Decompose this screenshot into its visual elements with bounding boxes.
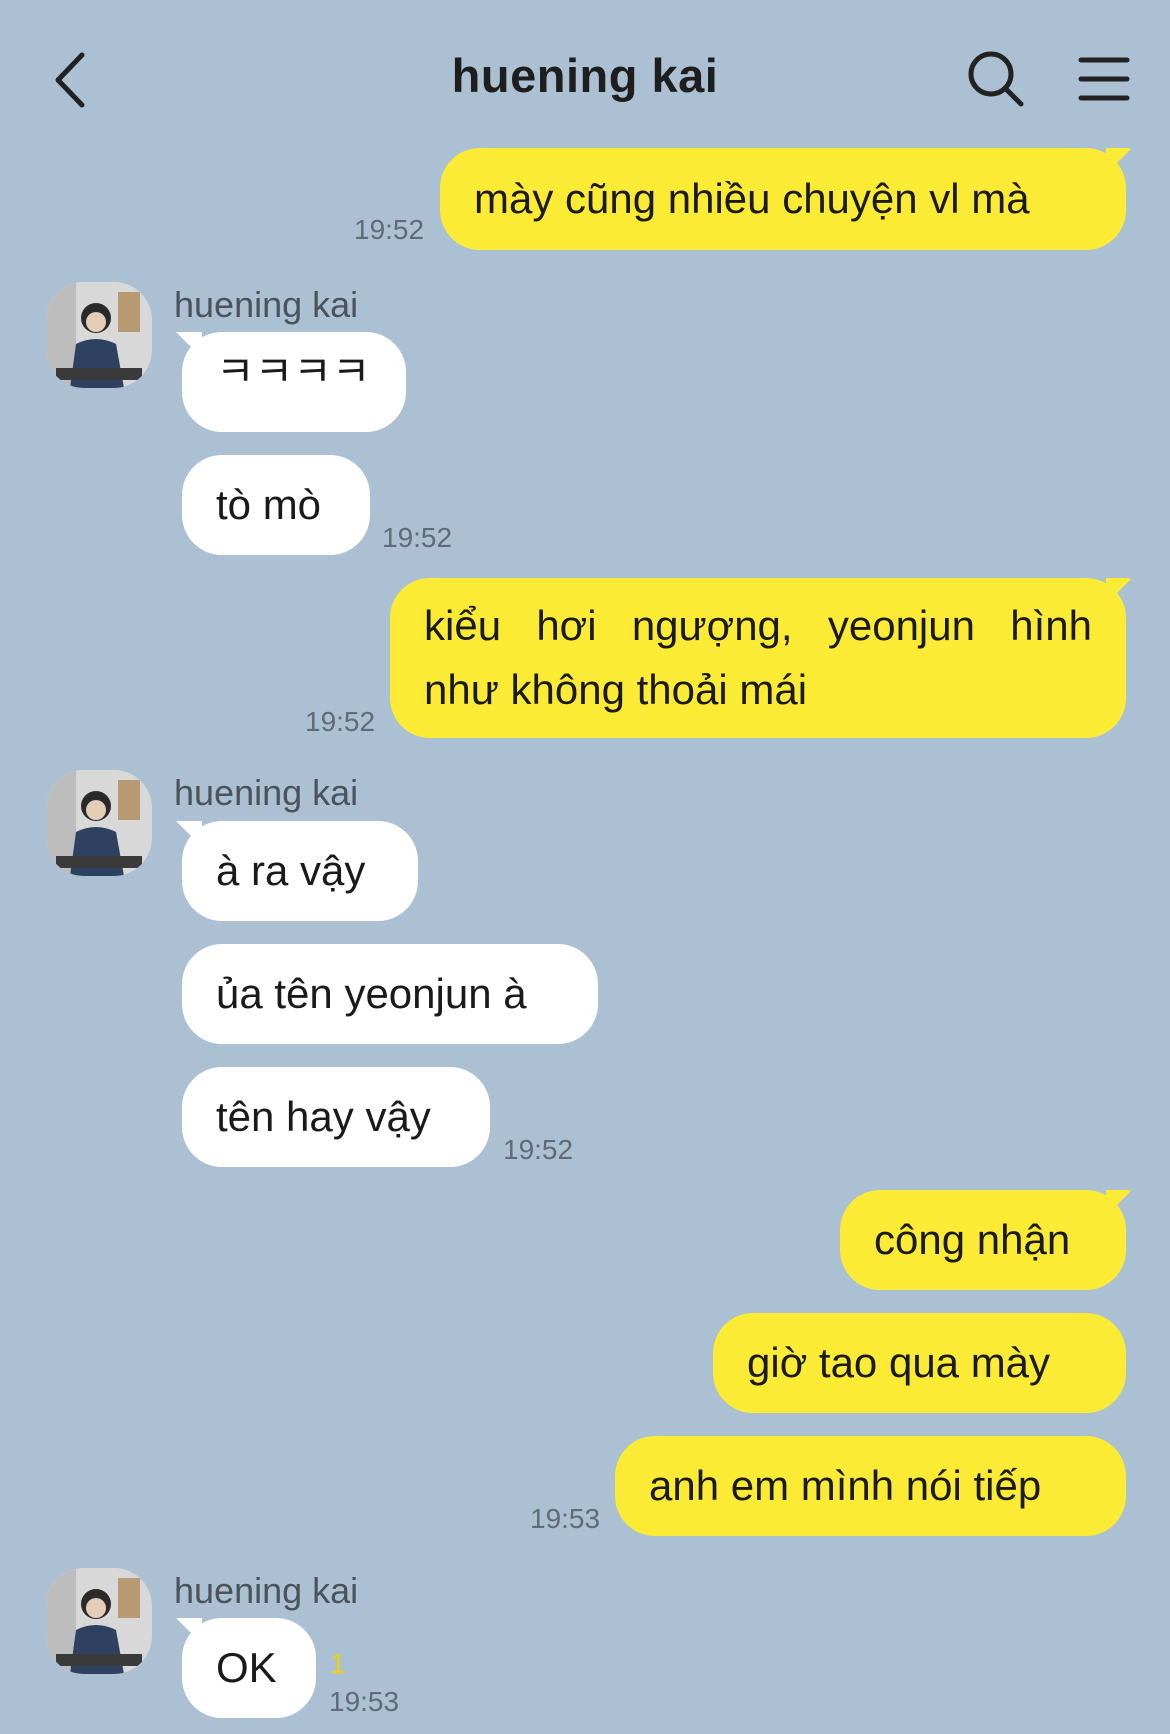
sender-name: huening kai: [174, 284, 359, 325]
message-text: anh em mình nói tiếp: [649, 1462, 1042, 1509]
search-button[interactable]: [965, 48, 1027, 110]
message-text: à ra vậy: [216, 847, 366, 894]
avatar[interactable]: [46, 1568, 152, 1674]
message-text: tên hay vậy: [216, 1093, 431, 1140]
message-text: OK: [216, 1644, 277, 1691]
their-message-bubble[interactable]: tò mò: [182, 455, 370, 555]
my-message-bubble[interactable]: kiểu hơi ngượng, yeonjun hình như không …: [390, 578, 1126, 738]
their-message-bubble[interactable]: à ra vậy: [182, 821, 418, 921]
message-text-line-2: như không thoải mái: [424, 666, 808, 713]
avatar-photo: [46, 282, 152, 388]
message-text: mày cũng nhiều chuyện vl mà: [474, 175, 1030, 222]
their-message-bubble[interactable]: ủa tên yeonjun à: [182, 944, 598, 1044]
menu-button[interactable]: [1075, 48, 1133, 110]
message-text: ㅋㅋㅋㅋ: [216, 348, 371, 395]
avatar-photo: [46, 1568, 152, 1674]
sender-name: huening kai: [174, 1570, 359, 1611]
their-message-bubble[interactable]: OK: [182, 1618, 316, 1718]
avatar-photo: [46, 770, 152, 876]
message-text-line-1: kiểu hơi ngượng, yeonjun hình: [424, 602, 1092, 649]
message-text: ủa tên yeonjun à: [216, 970, 527, 1017]
my-message-bubble[interactable]: công nhận: [840, 1190, 1126, 1290]
message-time: 19:53: [530, 1503, 601, 1534]
my-message-bubble[interactable]: anh em mình nói tiếp: [615, 1436, 1126, 1536]
my-message-bubble[interactable]: mày cũng nhiều chuyện vl mà: [440, 148, 1126, 250]
my-message-bubble[interactable]: giờ tao qua mày: [713, 1313, 1126, 1413]
message-text: công nhận: [874, 1216, 1071, 1263]
message-time: 19:52: [354, 214, 425, 245]
unread-count: 1: [330, 1648, 346, 1679]
sender-name: huening kai: [174, 772, 359, 813]
avatar[interactable]: [46, 282, 152, 388]
message-time: 19:52: [305, 706, 376, 737]
hamburger-menu-icon: [1078, 57, 1130, 101]
their-message-bubble[interactable]: ㅋㅋㅋㅋ: [182, 332, 406, 432]
message-text: giờ tao qua mày: [747, 1339, 1051, 1386]
message-time: 19:52: [382, 522, 453, 553]
message-time: 19:53: [329, 1686, 400, 1717]
chat-header: huening kai: [0, 0, 1170, 150]
message-text: tò mò: [216, 481, 322, 528]
message-time: 19:52: [503, 1134, 574, 1165]
their-message-bubble[interactable]: tên hay vậy: [182, 1067, 490, 1167]
avatar[interactable]: [46, 770, 152, 876]
search-icon: [968, 51, 1024, 107]
